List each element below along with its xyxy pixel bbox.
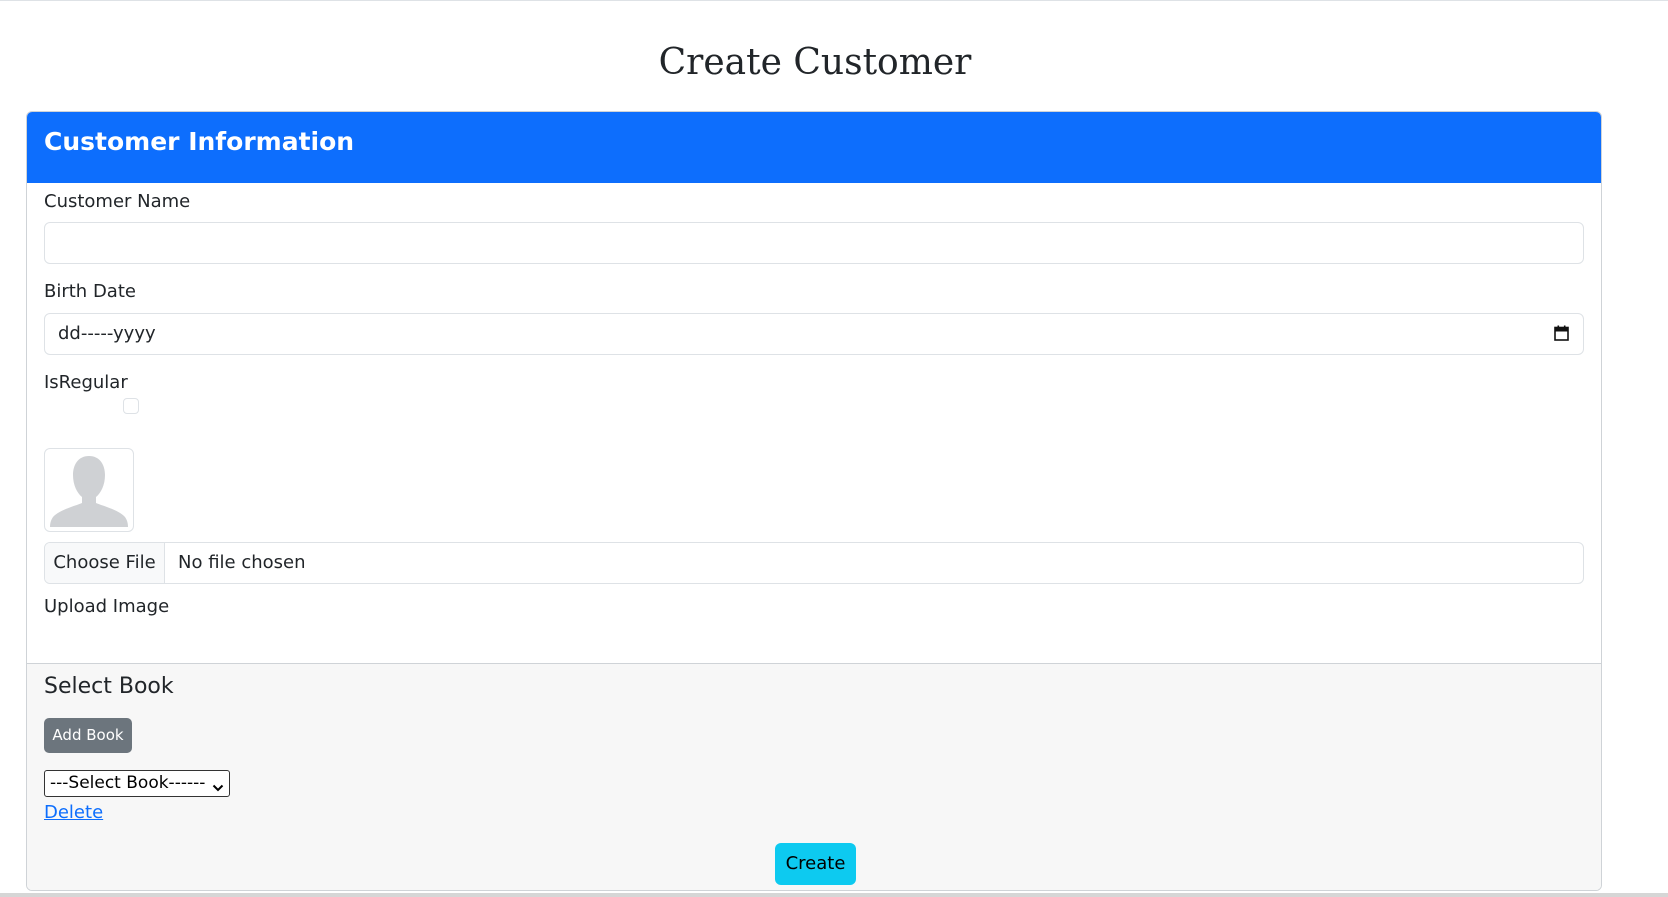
book-select[interactable]: ---Select Book------ [44, 770, 230, 797]
upload-image-label: Upload Image [44, 596, 170, 617]
card-header: Customer Information [27, 112, 1601, 183]
delete-link[interactable]: Delete [44, 802, 103, 823]
birth-date-label: Birth Date [44, 281, 136, 302]
calendar-icon[interactable] [1554, 325, 1569, 341]
select-book-heading: Select Book [44, 674, 174, 699]
page-title: Create Customer [658, 42, 972, 83]
add-book-button[interactable]: Add Book [44, 718, 132, 753]
is-regular-label: IsRegular [44, 372, 128, 393]
chevron-down-icon [212, 778, 224, 792]
customer-name-label: Customer Name [44, 191, 191, 212]
image-file-input[interactable]: Choose File No file chosen [44, 542, 1584, 584]
birth-date-placeholder: dd-----yyyy [58, 323, 156, 344]
birth-date-input[interactable]: dd-----yyyy [44, 313, 1584, 355]
card-header-title: Customer Information [44, 127, 355, 156]
customer-name-input[interactable] [44, 222, 1584, 264]
file-status-text: No file chosen [178, 552, 306, 573]
card-footer: Select Book Add Book ---Select Book-----… [27, 663, 1601, 890]
bottom-divider [0, 893, 1668, 897]
user-silhouette-icon [50, 456, 128, 527]
book-select-value: ---Select Book------ [50, 773, 206, 793]
is-regular-checkbox[interactable] [123, 398, 139, 414]
choose-file-button[interactable]: Choose File [45, 543, 165, 583]
avatar-preview [44, 448, 134, 532]
top-divider [0, 0, 1668, 1]
create-button[interactable]: Create [775, 843, 856, 885]
customer-form-card: Customer Information Customer Name Birth… [26, 111, 1602, 891]
